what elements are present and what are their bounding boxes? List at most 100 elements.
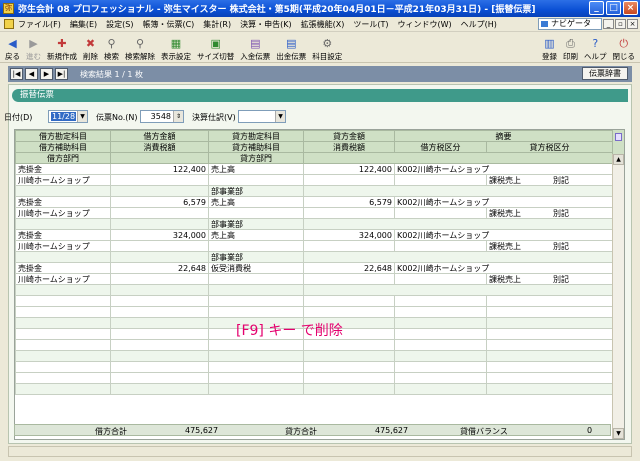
debit-tax-class-cell[interactable] <box>394 240 487 252</box>
memo-cell[interactable]: K002川崎ホームショップ <box>394 262 613 274</box>
table-row[interactable]: 売掛金 324,000 売上高 324,000 K002川崎ホームショップ <box>15 229 613 241</box>
debit-tax-class-cell[interactable] <box>394 207 487 219</box>
table-row[interactable]: 売掛金 6,579 売上高 6,579 K002川崎ホームショップ <box>15 196 613 208</box>
credit-tax-cell[interactable] <box>303 207 395 219</box>
table-row[interactable] <box>15 350 613 362</box>
table-row[interactable]: 部事業部 <box>15 185 613 197</box>
debit-amount-cell[interactable]: 6,579 <box>110 196 209 208</box>
menu-closing[interactable]: 決算・申告(K) <box>240 19 292 30</box>
debit-dept-cell[interactable] <box>15 284 111 296</box>
size-toggle-button[interactable]: ▣ サイズ切替 <box>194 34 237 62</box>
vertical-scrollbar[interactable]: ▲ ▼ <box>612 154 624 439</box>
debit-sub-account-cell[interactable]: 川崎ホームショップ <box>15 174 111 186</box>
credit-sub-account-cell[interactable] <box>208 240 304 252</box>
chevron-down-icon[interactable]: ▼ <box>275 111 285 122</box>
next-record-button[interactable]: ▶ <box>40 68 53 80</box>
table-row[interactable] <box>15 372 613 384</box>
debit-account-cell[interactable]: 売掛金 <box>15 229 111 241</box>
scroll-up-arrow[interactable]: ▲ <box>613 154 624 165</box>
credit-account-cell[interactable]: 売上高 <box>208 229 304 241</box>
table-row[interactable] <box>15 306 613 318</box>
table-row[interactable]: 部事業部 <box>15 251 613 263</box>
table-row[interactable]: 部事業部 <box>15 218 613 230</box>
new-button[interactable]: ✚ 新規作成 <box>44 34 80 62</box>
display-settings-button[interactable]: ▦ 表示設定 <box>158 34 194 62</box>
chevron-down-icon[interactable]: ▼ <box>77 111 87 122</box>
credit-tax-class-cell[interactable]: 課税売上 別記 <box>486 273 613 285</box>
credit-amount-cell[interactable]: 324,000 <box>303 229 395 241</box>
settlement-select[interactable]: ▼ <box>238 110 286 123</box>
menu-settings[interactable]: 設定(S) <box>106 19 133 30</box>
account-settings-button[interactable]: ⚙ 科目設定 <box>309 34 345 62</box>
journal-grid[interactable]: 借方勘定科目 借方金額 貸方勘定科目 貸方金額 摘要 借方補助科目 消費税額 貸方補助科目 消費… <box>14 129 625 440</box>
credit-tax-class-cell[interactable]: 課税売上 別記 <box>486 207 613 219</box>
search-button[interactable]: ⚲ 検索 <box>101 34 122 62</box>
table-row[interactable]: 川崎ホームショップ 課税売上 別記 <box>15 174 613 186</box>
credit-dept-cell[interactable]: 部事業部 <box>208 185 304 197</box>
table-row[interactable] <box>15 339 613 351</box>
credit-tax-cell[interactable] <box>303 273 395 285</box>
horizontal-scrollbar[interactable] <box>8 446 632 457</box>
menu-file[interactable]: ファイル(F) <box>18 19 61 30</box>
menu-window[interactable]: ウィンドウ(W) <box>397 19 451 30</box>
debit-tax-cell[interactable] <box>110 174 209 186</box>
last-record-button[interactable]: ▶| <box>55 68 68 80</box>
debit-dept-cell[interactable] <box>15 218 111 230</box>
table-row[interactable]: 売掛金 22,648 仮受消費税 22,648 K002川崎ホームショップ <box>15 262 613 274</box>
menu-reports[interactable]: 集計(R) <box>203 19 231 30</box>
credit-sub-account-cell[interactable] <box>208 207 304 219</box>
debit-sub-account-cell[interactable]: 川崎ホームショップ <box>15 207 111 219</box>
menu-books[interactable]: 帳簿・伝票(C) <box>142 19 194 30</box>
credit-tax-class-cell[interactable]: 課税売上 別記 <box>486 240 613 252</box>
menu-help[interactable]: ヘルプ(H) <box>461 19 497 30</box>
menu-edit[interactable]: 編集(E) <box>70 19 97 30</box>
memo-cell[interactable]: K002川崎ホームショップ <box>394 229 613 241</box>
mdi-restore-button[interactable]: ▫ <box>615 19 626 29</box>
debit-dept-cell[interactable] <box>15 185 111 197</box>
maximize-button[interactable]: □ <box>606 1 621 15</box>
menu-tools[interactable]: ツール(T) <box>353 19 388 30</box>
table-row[interactable]: 川崎ホームショップ 課税売上 別記 <box>15 273 613 285</box>
credit-tax-class-cell[interactable]: 課税売上 別記 <box>486 174 613 186</box>
credit-account-cell[interactable]: 仮受消費税 <box>208 262 304 274</box>
debit-account-cell[interactable]: 売掛金 <box>15 163 111 175</box>
debit-amount-cell[interactable]: 122,400 <box>110 163 209 175</box>
debit-sub-account-cell[interactable]: 川崎ホームショップ <box>15 240 111 252</box>
memo-cell[interactable]: K002川崎ホームショップ <box>394 163 613 175</box>
mdi-minimize-button[interactable]: _ <box>603 19 614 29</box>
print-button[interactable]: ⎙ 印刷 <box>560 34 581 62</box>
credit-account-cell[interactable]: 売上高 <box>208 163 304 175</box>
payment-slip-button[interactable]: ▤ 出金伝票 <box>273 34 309 62</box>
credit-account-cell[interactable]: 売上高 <box>208 196 304 208</box>
date-field[interactable]: 11/28 ▼ <box>48 110 88 123</box>
table-row[interactable] <box>15 383 613 395</box>
credit-dept-cell[interactable]: 部事業部 <box>208 218 304 230</box>
table-row[interactable] <box>15 361 613 373</box>
debit-tax-class-cell[interactable] <box>394 273 487 285</box>
credit-amount-cell[interactable]: 122,400 <box>303 163 395 175</box>
debit-tax-class-cell[interactable] <box>394 174 487 186</box>
table-row[interactable] <box>15 295 613 307</box>
mdi-close-button[interactable]: × <box>627 19 638 29</box>
debit-tax-cell[interactable] <box>110 240 209 252</box>
close-doc-button[interactable]: ⏻ 閉じる <box>610 34 639 62</box>
credit-amount-cell[interactable]: 6,579 <box>303 196 395 208</box>
spinner-icon[interactable]: ⇕ <box>173 111 183 122</box>
credit-dept-cell[interactable]: 部事業部 <box>208 251 304 263</box>
window-title-bar[interactable]: 弥 弥生会計 08 プロフェッショナル - 弥生マイスター 株式会社・第5期(平… <box>0 0 640 17</box>
credit-sub-account-cell[interactable] <box>208 174 304 186</box>
debit-account-cell[interactable]: 売掛金 <box>15 196 111 208</box>
register-button[interactable]: ▥ 登録 <box>539 34 560 62</box>
table-row[interactable]: 川崎ホームショップ 課税売上 別記 <box>15 207 613 219</box>
forward-button[interactable]: ▶ 進む <box>23 34 44 62</box>
credit-tax-cell[interactable] <box>303 174 395 186</box>
close-button[interactable]: × <box>623 1 638 15</box>
credit-sub-account-cell[interactable] <box>208 273 304 285</box>
table-row[interactable]: 売掛金 122,400 売上高 122,400 K002川崎ホームショップ <box>15 163 613 175</box>
yayoi-app-icon[interactable]: 弥 <box>3 3 14 14</box>
debit-tax-cell[interactable] <box>110 273 209 285</box>
debit-dept-cell[interactable] <box>15 251 111 263</box>
slip-no-field[interactable]: 3548 ⇕ <box>140 110 184 123</box>
back-button[interactable]: ◀ 戻る <box>2 34 23 62</box>
table-row[interactable]: 川崎ホームショップ 課税売上 別記 <box>15 240 613 252</box>
